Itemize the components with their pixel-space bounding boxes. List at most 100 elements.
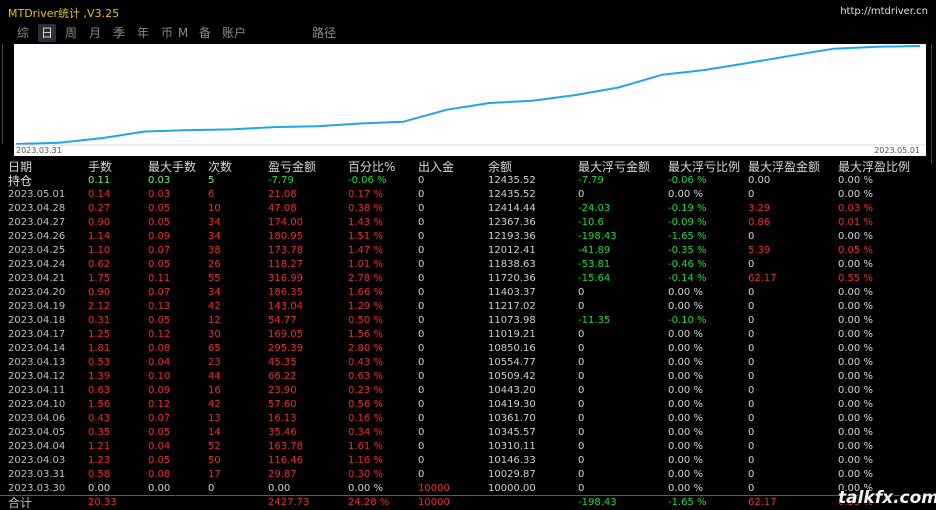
column-header[interactable]: 出入金: [418, 160, 454, 174]
cell-date: 2023.04.04: [8, 441, 66, 452]
table-row[interactable]: 2023.04.18 0.31 0.05 12 54.77 0.50 % 0 11073.98…: [0, 314, 936, 328]
cell-flp: 0.00 %: [668, 385, 703, 396]
tab-5[interactable]: 年: [134, 24, 152, 42]
cell-cnt: 13: [208, 413, 221, 424]
column-header[interactable]: 最大浮盈比例: [838, 160, 910, 174]
cell-flow: 0: [418, 371, 425, 382]
cell-fl: -7.79: [578, 175, 604, 186]
table-row[interactable]: 2023.04.19 2.12 0.13 42 143.04 1.29 % 0 11217.0…: [0, 300, 936, 314]
cell-pct: 1.16 %: [348, 455, 383, 466]
cell-pl: 23.90: [268, 385, 297, 396]
column-header[interactable]: 最大浮盈金额: [748, 160, 820, 174]
column-header[interactable]: 盈亏金额: [268, 160, 316, 174]
cell-flp: -0.19 %: [668, 203, 707, 214]
column-header[interactable]: 余额: [488, 160, 512, 174]
cell-hand: 1.39: [88, 371, 111, 382]
table-row[interactable]: 2023.04.05 0.35 0.05 14 35.46 0.34 % 0 10345.57…: [0, 426, 936, 440]
column-header[interactable]: 手数: [88, 160, 112, 174]
tab-4[interactable]: 季: [110, 24, 128, 42]
table-row[interactable]: 2023.04.14 1.81 0.08 65 295.39 2.80 % 0 10850.1…: [0, 342, 936, 356]
app-title: MTDriver统计 ,V3.25: [8, 7, 120, 20]
table-row[interactable]: 2023.05.01 0.14 0.03 6 21.08 0.17 % 0 12435.52 0…: [0, 188, 936, 202]
tab-0[interactable]: 综: [14, 24, 32, 42]
cell-fl: -10.6: [578, 217, 604, 228]
position-row[interactable]: 持仓 0.11 0.03 5 -7.79 -0.06 % 0 12435.52 -7.79 -0.…: [0, 174, 936, 188]
cell-cnt: 10: [208, 203, 221, 214]
cell-bal: 11019.21: [488, 329, 536, 340]
tab-6[interactable]: 币: [158, 24, 176, 42]
site-link[interactable]: http://mtdriver.cn: [840, 6, 928, 17]
table-row[interactable]: 2023.04.17 1.25 0.12 30 169.05 1.56 % 0 11019.2…: [0, 328, 936, 342]
table-row[interactable]: 2023.04.13 0.53 0.04 23 45.35 0.43 % 0 10554.77…: [0, 356, 936, 370]
column-header[interactable]: 最大浮亏比例: [668, 160, 740, 174]
column-header[interactable]: 百分比%: [348, 160, 395, 174]
cell-pct: 1.47 %: [348, 245, 383, 256]
table-row[interactable]: 2023.04.24 0.62 0.05 26 118.27 1.01 % 0 11838.6…: [0, 258, 936, 272]
table-row[interactable]: 2023.04.21 1.75 0.11 55 316.99 2.78 % 0 11720.3…: [0, 272, 936, 286]
cell-pl: -7.79: [268, 175, 294, 186]
tab-7[interactable]: M: [176, 24, 190, 42]
cell-cnt: 6: [208, 189, 215, 200]
cell-flow: 0: [418, 413, 425, 424]
table-row[interactable]: 2023.04.26 1.14 0.09 34 180.95 1.51 % 0 12193.3…: [0, 230, 936, 244]
cell-hand: 0.35: [88, 427, 111, 438]
cell-cnt: 34: [208, 217, 221, 228]
table-row[interactable]: 2023.04.11 0.63 0.09 16 23.90 0.23 % 0 10443.20…: [0, 384, 936, 398]
cell-flow: 0: [418, 441, 425, 452]
cell-cnt: 34: [208, 287, 221, 298]
total-row[interactable]: 合计 20.33 2427.73 24.28 % 10000 -198.43 -1.65 %…: [0, 496, 936, 510]
tab-3[interactable]: 月: [86, 24, 104, 42]
cell-max: 0.08: [148, 469, 171, 480]
column-header[interactable]: 日期: [8, 160, 32, 174]
cell-pct: 0.56 %: [348, 399, 383, 410]
tab-9[interactable]: 账户: [220, 24, 248, 42]
cell-flp: -0.14 %: [668, 273, 707, 284]
table-row[interactable]: 2023.03.30 0.00 0.00 0 0.00 0.00 % 10000 10000.…: [0, 482, 936, 496]
table-row[interactable]: 2023.04.12 1.39 0.10 44 66.22 0.63 % 0 10509.42…: [0, 370, 936, 384]
cell-fl: 0: [578, 483, 585, 494]
cell-fp: 0: [748, 189, 755, 200]
cell-date: 2023.04.05: [8, 427, 66, 438]
cell-date: 持仓: [8, 174, 33, 188]
tab-1[interactable]: 日: [38, 24, 56, 42]
cell-bal: 10419.30: [488, 399, 536, 410]
cell-fl: 0: [578, 343, 585, 354]
cell-fl: 0: [578, 427, 585, 438]
cell-fpp: 0.00 %: [838, 357, 873, 368]
cell-pct: 24.28 %: [348, 497, 390, 508]
equity-chart: 2023.03.31 2023.05.01: [14, 44, 926, 156]
tab-8[interactable]: 备: [196, 24, 214, 42]
tab-2[interactable]: 周: [62, 24, 80, 42]
column-header[interactable]: 最大浮亏金额: [578, 160, 650, 174]
table-row[interactable]: 2023.04.20 0.90 0.07 34 186.35 1.66 % 0 11403.3…: [0, 286, 936, 300]
table-row[interactable]: 2023.04.27 0.90 0.05 34 174.00 1.43 % 0 12367.3…: [0, 216, 936, 230]
cell-fp: 0: [748, 441, 755, 452]
table-row[interactable]: 2023.04.28 0.27 0.05 10 47.08 0.38 % 0 12414.44…: [0, 202, 936, 216]
cell-hand: 1.23: [88, 455, 111, 466]
cell-fpp: 0.00 %: [838, 413, 873, 424]
cell-pl: 29.87: [268, 469, 297, 480]
table-row[interactable]: 2023.04.03 1.23 0.05 50 116.46 1.16 % 0 10146.3…: [0, 454, 936, 468]
cell-flp: -1.65 %: [668, 231, 707, 242]
column-header[interactable]: 最大手数: [148, 160, 196, 174]
column-header[interactable]: 次数: [208, 160, 232, 174]
cell-fpp: 0.03 %: [838, 203, 873, 214]
table-row[interactable]: 2023.04.10 1.56 0.12 42 57.60 0.56 % 0 10419.30…: [0, 398, 936, 412]
cell-flow: 0: [418, 287, 425, 298]
table-row[interactable]: 2023.04.25 1.10 0.07 38 173.78 1.47 % 0 12012.4…: [0, 244, 936, 258]
cell-bal: 12435.52: [488, 175, 536, 186]
cell-fpp: 0.00 %: [838, 231, 873, 242]
table-row[interactable]: 2023.04.04 1.21 0.04 52 163.78 1.61 % 0 10310.1…: [0, 440, 936, 454]
table-row[interactable]: 2023.04.06 0.43 0.07 13 16.13 0.16 % 0 10361.70…: [0, 412, 936, 426]
tab-10[interactable]: 路径: [310, 24, 338, 42]
cell-hand: 1.25: [88, 329, 111, 340]
cell-max: 0.05: [148, 315, 171, 326]
cell-flp: 0.00 %: [668, 189, 703, 200]
cell-fpp: 0.00 %: [838, 427, 873, 438]
cell-pct: 0.23 %: [348, 385, 383, 396]
cell-cnt: 42: [208, 301, 221, 312]
cell-hand: 0.14: [88, 189, 111, 200]
cell-pl: 45.35: [268, 357, 297, 368]
table-row[interactable]: 2023.03.31 0.58 0.08 17 29.87 0.30 % 0 10029.87…: [0, 468, 936, 482]
cell-pct: 1.66 %: [348, 287, 383, 298]
